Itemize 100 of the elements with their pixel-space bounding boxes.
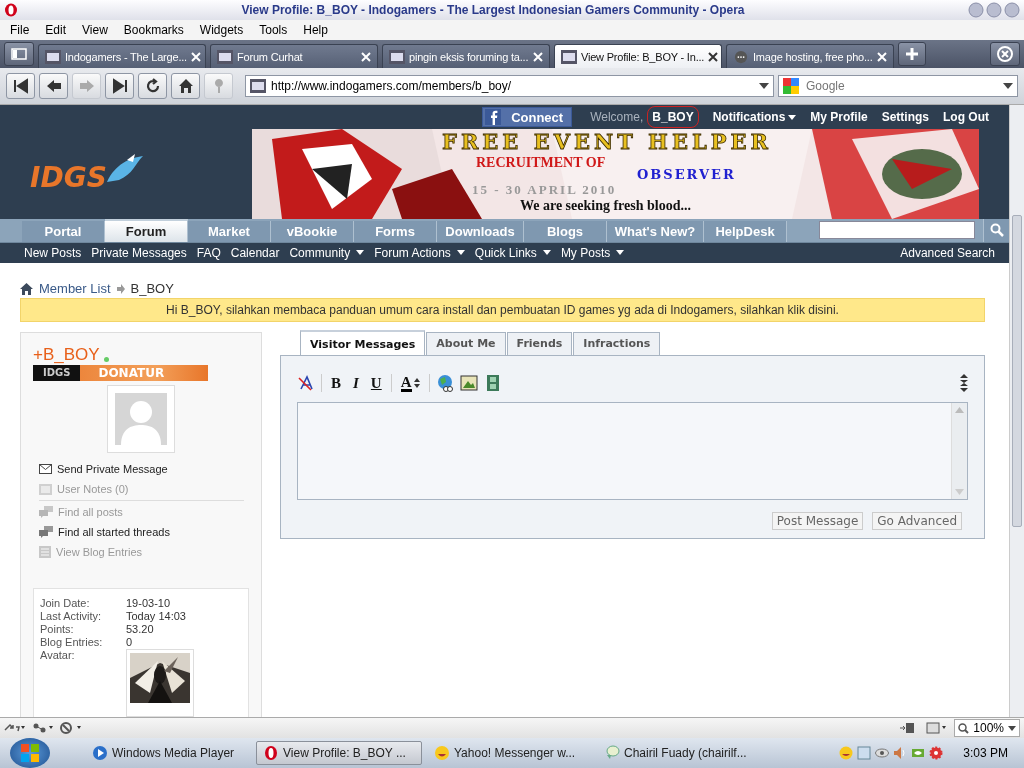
- search-field[interactable]: Google: [778, 75, 1018, 97]
- font-color-button[interactable]: A: [397, 374, 423, 392]
- home-button[interactable]: [171, 73, 200, 99]
- ring-icon: [263, 745, 279, 761]
- panel-toggle-button[interactable]: [4, 42, 34, 66]
- nav-tab[interactable]: Forum: [105, 219, 188, 242]
- network-icon[interactable]: [32, 722, 54, 734]
- stat-label: Points:: [40, 623, 75, 636]
- profile-tab[interactable]: Friends: [506, 332, 573, 355]
- arrow-icon: [116, 283, 125, 294]
- gear-icon[interactable]: [929, 746, 944, 760]
- menu-item[interactable]: View: [74, 23, 116, 37]
- banner-subtitle: RECRUITMENT OF: [476, 155, 606, 171]
- minimize-button[interactable]: [968, 2, 984, 18]
- sub-nav-link[interactable]: New Posts: [24, 245, 82, 260]
- browser-tab[interactable]: pingin eksis foruming ta...: [382, 44, 550, 68]
- maximize-button[interactable]: [986, 2, 1002, 18]
- close-button[interactable]: [1004, 2, 1020, 18]
- taskbar-item[interactable]: Yahoo! Messenger w...: [428, 742, 592, 764]
- facebook-connect-button[interactable]: Connect: [482, 107, 573, 127]
- form-button[interactable]: Post Message: [771, 512, 864, 530]
- menu-item[interactable]: Help: [295, 23, 336, 37]
- banner-dates: 15 - 30 APRIL 2010: [472, 182, 617, 198]
- menu-item[interactable]: File: [2, 23, 38, 37]
- menu-item[interactable]: Tools: [251, 23, 296, 37]
- stat-label: Blog Entries:: [40, 636, 104, 649]
- welcome-text: Welcome,: [590, 110, 644, 124]
- site-icon: [561, 49, 577, 64]
- smiley-icon: [434, 745, 450, 761]
- sub-nav-link[interactable]: Forum Actions: [374, 245, 465, 260]
- browser-tab[interactable]: View Profile: B_BOY - In...: [554, 44, 722, 68]
- image-button[interactable]: [459, 374, 478, 392]
- closed-tabs-button[interactable]: [990, 42, 1020, 66]
- reload-button[interactable]: [138, 73, 167, 99]
- taskbar-item[interactable]: Chairil Fuady (chairilf...: [598, 742, 762, 764]
- fastforward-button[interactable]: [105, 73, 134, 99]
- browser-tab[interactable]: Image hosting, free pho...: [726, 44, 894, 68]
- taskbar-item[interactable]: Windows Media Player: [86, 742, 250, 764]
- browser-tab[interactable]: Indogamers - The Large...: [38, 44, 206, 68]
- speech-bubbles-icon: [39, 526, 53, 538]
- sub-nav-link[interactable]: Quick Links: [474, 245, 551, 260]
- address-field[interactable]: http://www.indogamers.com/members/b_boy/: [245, 75, 774, 97]
- browser-tab[interactable]: Forum Curhat: [210, 44, 378, 68]
- arrows-icon[interactable]: [4, 722, 26, 734]
- start-button[interactable]: [10, 738, 50, 768]
- form-button[interactable]: Go Advanced: [872, 512, 962, 530]
- speaker-icon[interactable]: [893, 746, 908, 760]
- profile-action-link[interactable]: Send Private Message: [39, 459, 249, 479]
- new-tab-button[interactable]: [898, 42, 926, 66]
- sub-nav-link[interactable]: Calendar: [230, 245, 280, 260]
- search-button[interactable]: [983, 219, 1009, 242]
- opera-logo-icon: [4, 3, 18, 17]
- profile-tab[interactable]: About Me: [426, 332, 506, 355]
- globe-link-button[interactable]: [435, 374, 454, 392]
- dropdown-arrow-icon[interactable]: [1003, 83, 1013, 89]
- remove-format-button[interactable]: [297, 374, 315, 392]
- home-icon[interactable]: [20, 282, 33, 295]
- taskbar-item[interactable]: View Profile: B_BOY ...: [256, 741, 422, 765]
- reload-icon: [144, 78, 161, 94]
- smiley-icon[interactable]: [839, 746, 854, 760]
- rewind-button[interactable]: [6, 73, 35, 99]
- site-logo[interactable]: IDGS: [30, 162, 111, 194]
- resize-icon[interactable]: [960, 374, 968, 392]
- image-icon[interactable]: [926, 722, 949, 734]
- graphics-icon[interactable]: [911, 746, 926, 760]
- close-tab-icon[interactable]: [708, 51, 719, 62]
- rank-logo: IDGS: [33, 365, 81, 381]
- caret-icon: [616, 250, 625, 256]
- banner-slogan: We are seeking fresh blood...: [520, 198, 691, 214]
- sub-nav-link[interactable]: FAQ: [196, 245, 221, 260]
- username-link[interactable]: B_BOY: [647, 106, 699, 128]
- dropdown-arrow-icon[interactable]: [759, 83, 769, 89]
- underline-button[interactable]: U: [367, 374, 385, 392]
- advanced-search-link[interactable]: Advanced Search: [900, 245, 995, 260]
- menu-item[interactable]: Widgets: [191, 23, 252, 37]
- zoom-control[interactable]: 100%: [954, 719, 1020, 737]
- header-link[interactable]: Settings: [881, 110, 929, 124]
- speech-bubble-icon: [604, 745, 620, 761]
- search-field[interactable]: [819, 221, 975, 240]
- notifications-menu[interactable]: Notifications: [712, 110, 797, 124]
- header-link[interactable]: Log Out: [943, 110, 989, 124]
- squares-icon: [19, 742, 41, 764]
- sub-nav-link[interactable]: Community: [289, 245, 365, 260]
- menu-item[interactable]: Edit: [37, 23, 75, 37]
- block-icon[interactable]: [60, 722, 82, 734]
- eye-icon[interactable]: [875, 746, 890, 760]
- profile-tab[interactable]: Visitor Messages: [300, 330, 426, 355]
- header-link[interactable]: My Profile: [810, 110, 868, 124]
- sub-nav-link[interactable]: Private Messages: [91, 245, 187, 260]
- speech-bubbles-icon: [39, 506, 53, 518]
- profile-tab[interactable]: Infractions: [573, 332, 661, 355]
- google-icon: [783, 78, 799, 94]
- profile-action-link[interactable]: Find all started threads: [39, 522, 249, 542]
- scrollbar[interactable]: [1009, 105, 1024, 717]
- back-button[interactable]: [39, 73, 68, 99]
- breadcrumb-link[interactable]: Member List: [39, 281, 111, 296]
- sub-nav-link[interactable]: My Posts: [560, 245, 625, 260]
- menu-item[interactable]: Bookmarks: [115, 23, 192, 37]
- bold-button[interactable]: B: [328, 374, 344, 392]
- italic-button[interactable]: I: [350, 374, 362, 392]
